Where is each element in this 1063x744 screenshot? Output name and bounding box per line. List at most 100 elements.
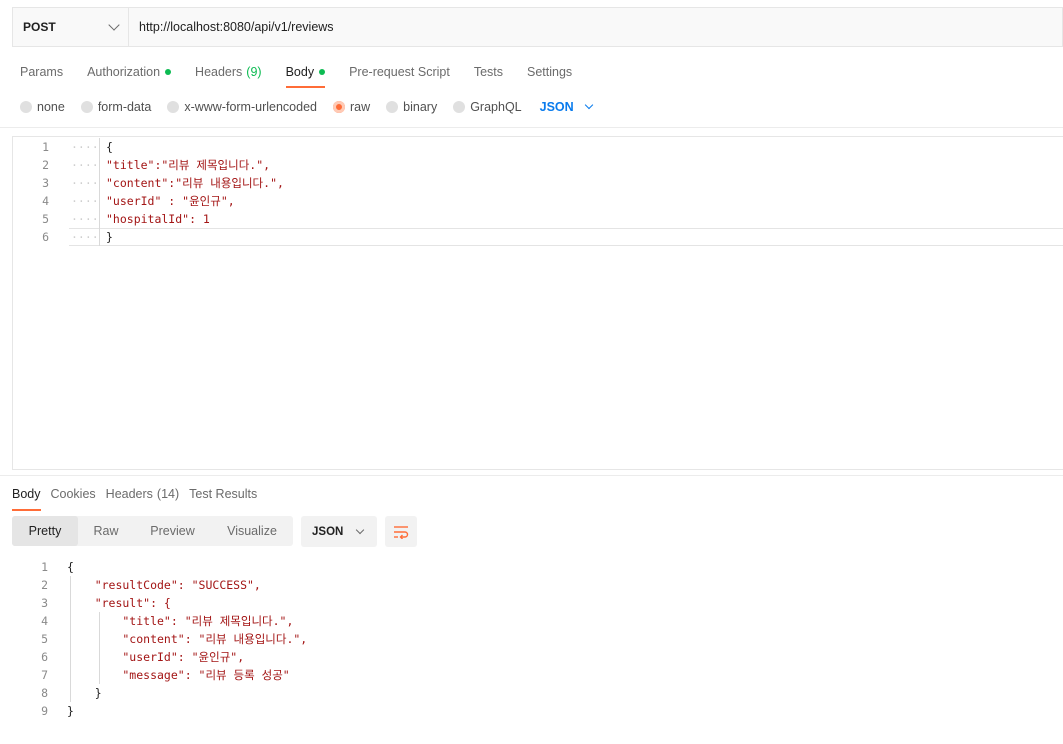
indent-guide: ····	[71, 176, 99, 190]
method-select[interactable]: POST	[13, 8, 129, 46]
request-url-bar: POST	[12, 7, 1063, 47]
line-number: 4	[42, 194, 49, 208]
tab-label: Pre-request Script	[349, 65, 450, 79]
view-mode-raw[interactable]: Raw	[78, 516, 134, 546]
chevron-down-icon	[356, 525, 365, 534]
tab-label: Cookies	[50, 487, 96, 501]
indent-guide: ····	[71, 158, 99, 172]
status-dot-icon	[319, 69, 326, 75]
chevron-down-icon	[108, 19, 120, 31]
response-line: 6 "userId": "윤인규",	[0, 648, 1063, 666]
chevron-down-icon	[584, 100, 593, 110]
indent-guide	[99, 210, 100, 228]
response-line: 2 "resultCode": "SUCCESS",	[0, 576, 1063, 594]
raw-format-dropdown[interactable]: JSON	[540, 100, 593, 114]
radio-label: form-data	[97, 100, 152, 114]
view-mode-pretty[interactable]: Pretty	[12, 516, 78, 546]
indent-guide	[99, 156, 100, 174]
radio-label: binary	[403, 100, 438, 114]
tab-label: Test Results	[189, 487, 258, 501]
wrap-lines-icon	[394, 525, 409, 539]
tab-label: Body	[12, 487, 41, 501]
code-text: "resultCode": "SUCCESS",	[67, 578, 261, 592]
line-number: 5	[41, 632, 48, 646]
radio-icon	[80, 101, 93, 113]
radio-icon	[20, 101, 32, 113]
indent-guide: ····	[71, 230, 99, 244]
line-number: 1	[41, 560, 48, 574]
response-body-viewer[interactable]: 1 { 2 "resultCode": "SUCCESS", 3 "result…	[0, 558, 1063, 738]
code-text: "message": "리뷰 등록 성공"	[67, 668, 290, 682]
line-number: 4	[41, 614, 48, 628]
tab-tests[interactable]: Tests	[474, 62, 503, 82]
radio-label: raw	[350, 100, 371, 114]
view-mode-label: Visualize	[227, 524, 277, 538]
line-number: 8	[41, 686, 48, 700]
indent-guide: ····	[71, 194, 99, 208]
tab-test-results[interactable]: Test Results	[189, 484, 257, 504]
indent-guide	[99, 138, 100, 156]
line-number: 2	[41, 578, 48, 592]
request-tabs: Params Authorization Headers (9) Body Pre…	[20, 62, 596, 88]
radio-icon	[386, 101, 399, 113]
editor-line: 2 ···· "title":"리뷰 제목입니다.",	[13, 156, 1063, 174]
tab-pre-request-script[interactable]: Pre-request Script	[349, 62, 450, 82]
radio-label: x-www-form-urlencoded	[184, 100, 317, 114]
divider	[0, 127, 1063, 128]
view-mode-preview[interactable]: Preview	[134, 516, 211, 546]
radio-form-data[interactable]: form-data	[80, 100, 152, 114]
wrap-lines-button[interactable]	[385, 516, 417, 547]
tab-label: Params	[20, 65, 64, 79]
divider	[0, 475, 1063, 476]
radio-x-www-form-urlencoded[interactable]: x-www-form-urlencoded	[167, 100, 317, 114]
tab-params[interactable]: Params	[20, 62, 63, 82]
tab-authorization[interactable]: Authorization	[87, 62, 172, 82]
tab-response-body[interactable]: Body	[12, 484, 41, 511]
indent-guide: ····	[71, 140, 99, 154]
response-format-label: JSON	[312, 525, 344, 538]
response-line: 4 "title": "리뷰 제목입니다.",	[0, 612, 1063, 630]
request-body-editor[interactable]: 1 ···· { 2 ···· "title":"리뷰 제목입니다.", 3 ·…	[12, 136, 1063, 470]
view-mode-visualize[interactable]: Visualize	[211, 516, 293, 546]
tab-label: Authorization	[87, 65, 161, 79]
radio-label: none	[37, 100, 65, 114]
response-format-dropdown[interactable]: JSON	[301, 516, 377, 547]
tab-headers[interactable]: Headers (9)	[195, 62, 262, 82]
radio-selected-icon	[333, 101, 345, 113]
line-number: 2	[42, 158, 49, 172]
tab-count: (9)	[246, 65, 262, 79]
status-dot-icon	[165, 69, 172, 75]
tab-cookies[interactable]: Cookies	[51, 484, 96, 504]
tab-response-headers[interactable]: Headers (14)	[106, 484, 179, 504]
tab-label: Tests	[473, 65, 503, 79]
tab-label: Headers	[105, 487, 153, 501]
tab-body[interactable]: Body	[285, 62, 326, 88]
line-number: 9	[41, 704, 48, 718]
tab-label: Headers	[195, 65, 243, 79]
body-type-selector: none form-data x-www-form-urlencoded raw…	[20, 98, 593, 116]
code-text: "userId" : "윤인규",	[106, 194, 235, 208]
code-text: "title": "리뷰 제목입니다.",	[67, 614, 294, 628]
editor-line: 3 ···· "content":"리뷰 내용입니다.",	[13, 174, 1063, 192]
view-mode-label: Pretty	[28, 524, 62, 538]
code-text: "hospitalId": 1	[106, 212, 210, 226]
radio-raw[interactable]: raw	[333, 100, 370, 114]
indent-guide: ····	[71, 212, 99, 226]
view-mode-label: Raw	[93, 524, 119, 538]
code-text: {	[106, 140, 113, 154]
radio-binary[interactable]: binary	[386, 100, 437, 114]
radio-label: GraphQL	[470, 100, 522, 114]
radio-none[interactable]: none	[20, 100, 65, 114]
tab-settings[interactable]: Settings	[527, 62, 572, 82]
line-number: 7	[41, 668, 48, 682]
radio-icon	[453, 101, 466, 113]
line-number: 6	[41, 650, 48, 664]
view-mode-label: Preview	[150, 524, 195, 538]
url-input[interactable]	[129, 8, 1062, 46]
tab-label: Body	[285, 65, 315, 79]
radio-graphql[interactable]: GraphQL	[453, 100, 522, 114]
response-line: 9 }	[0, 702, 1063, 720]
code-text: }	[106, 230, 113, 244]
code-text: }	[67, 686, 102, 700]
code-text: "content": "리뷰 내용입니다.",	[67, 632, 308, 646]
